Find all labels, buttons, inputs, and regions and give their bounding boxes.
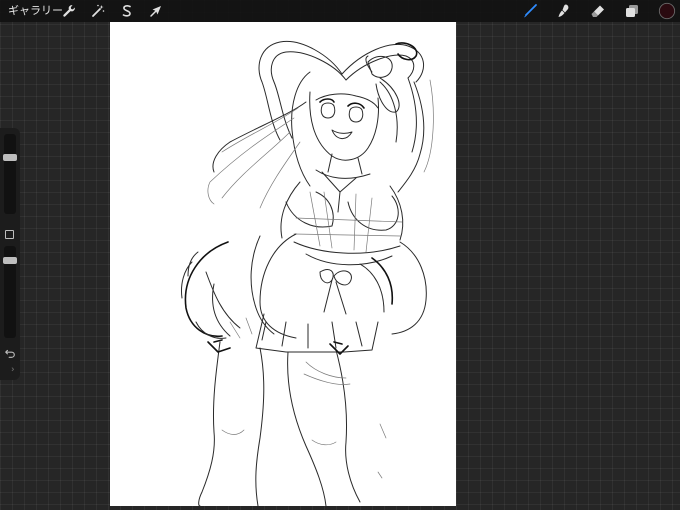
magic-wand-icon [92, 4, 105, 17]
left-sidebar [0, 128, 20, 380]
smudge-icon [558, 4, 569, 17]
brush-size-handle[interactable] [3, 154, 17, 161]
brush-icon [524, 4, 537, 18]
drawing-canvas[interactable] [110, 22, 456, 506]
undo-icon [5, 349, 15, 358]
undo-button[interactable] [3, 346, 17, 360]
layers-icon [626, 5, 638, 17]
transform-button[interactable] [147, 2, 165, 20]
smudge-tool-button[interactable] [555, 2, 573, 20]
brush-tool-button[interactable] [521, 2, 539, 20]
modify-button[interactable] [5, 230, 14, 239]
redo-button[interactable] [3, 364, 17, 376]
selection-icon [122, 5, 131, 17]
brush-size-slider[interactable] [3, 134, 17, 214]
color-button[interactable] [657, 1, 677, 21]
color-swatch-icon [658, 2, 676, 20]
eraser-icon [591, 5, 604, 17]
actions-button[interactable] [60, 2, 78, 20]
brush-opacity-slider[interactable] [3, 246, 17, 338]
adjustments-button[interactable] [89, 2, 107, 20]
redo-icon [11, 367, 14, 372]
brush-opacity-handle[interactable] [3, 257, 17, 264]
gallery-button[interactable]: ギャラリー [8, 3, 63, 19]
layers-button[interactable] [623, 2, 641, 20]
transform-arrow-icon [150, 6, 161, 17]
sketch-artwork [181, 40, 434, 506]
top-toolbar: ギャラリー [0, 0, 680, 22]
selection-button[interactable] [118, 2, 136, 20]
procreate-app: ギャラリー [0, 0, 680, 510]
eraser-tool-button[interactable] [589, 2, 607, 20]
wrench-icon [63, 5, 75, 17]
